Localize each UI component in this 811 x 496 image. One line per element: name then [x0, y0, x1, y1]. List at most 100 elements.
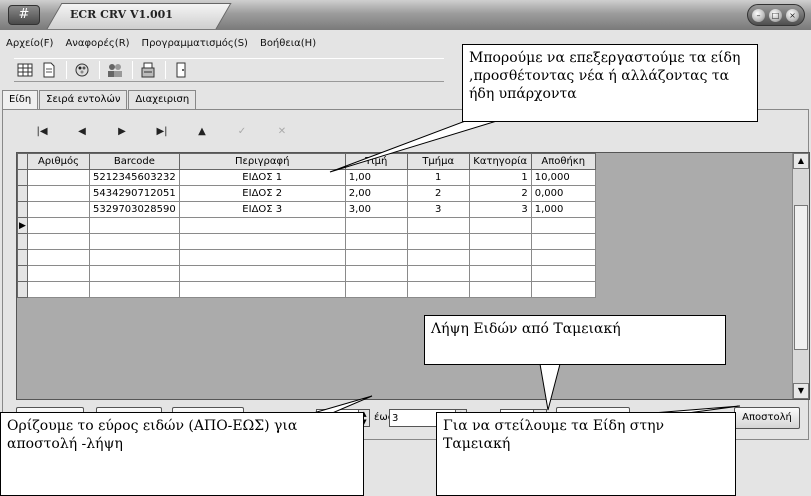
cell-empty[interactable]	[344, 233, 408, 250]
column-header-barcode[interactable]: Barcode	[89, 153, 180, 170]
cell-empty[interactable]	[89, 265, 180, 282]
cell-empty[interactable]	[468, 265, 532, 282]
system-menu-icon[interactable]: #	[8, 5, 40, 25]
users-icon[interactable]	[104, 60, 126, 80]
cell-barcode[interactable]: 5434290712051	[89, 185, 180, 202]
palette-icon[interactable]	[71, 60, 93, 80]
grid-vertical-scrollbar[interactable]: ▲ ▼	[792, 153, 809, 399]
cell-price[interactable]: 2,00	[344, 185, 408, 202]
table-row[interactable]	[17, 281, 596, 298]
send-button[interactable]: Αποστολή	[734, 407, 800, 429]
tab-items[interactable]: Είδη	[2, 90, 39, 110]
menu-reports[interactable]: Αναφορές(R)	[59, 35, 135, 53]
cell-empty[interactable]	[27, 217, 90, 234]
table-row[interactable]	[17, 233, 596, 250]
table-row[interactable]: 5329703028590 ΕΙΔΟΣ 3 3,00 3 3 1,000	[17, 201, 596, 218]
cell-stock[interactable]: 1,000	[530, 201, 596, 218]
row-indicator[interactable]	[17, 233, 28, 250]
table-row[interactable]	[17, 265, 596, 282]
menu-file[interactable]: Αρχείο(F)	[0, 35, 59, 53]
row-indicator[interactable]	[17, 281, 28, 298]
cell-barcode[interactable]: 5212345603232	[89, 169, 180, 186]
cell-empty[interactable]	[27, 265, 90, 282]
menu-help[interactable]: Βοήθεια(H)	[254, 35, 322, 53]
cell-category[interactable]: 1	[468, 169, 532, 186]
maximize-icon[interactable]: □	[769, 9, 782, 22]
cell-barcode[interactable]: 5329703028590	[89, 201, 180, 218]
row-indicator[interactable]	[17, 249, 28, 266]
cell-category[interactable]: 3	[468, 201, 532, 218]
scroll-thumb[interactable]	[794, 205, 808, 350]
cell-empty[interactable]	[530, 281, 596, 298]
cell-empty[interactable]	[344, 281, 408, 298]
row-indicator[interactable]	[17, 201, 28, 218]
nav-insert-button[interactable]: ▲	[182, 120, 222, 142]
register-icon[interactable]	[137, 60, 159, 80]
cell-empty[interactable]	[178, 265, 346, 282]
cell-empty[interactable]	[178, 249, 346, 266]
cell-empty[interactable]	[27, 233, 90, 250]
cell-empty[interactable]	[406, 281, 470, 298]
current-row-indicator[interactable]: ▶	[17, 217, 28, 234]
row-indicator[interactable]	[17, 169, 28, 186]
close-icon[interactable]: ×	[786, 9, 799, 22]
cell-description[interactable]: ΕΙΔΟΣ 2	[178, 185, 346, 202]
scroll-down-icon[interactable]: ▼	[793, 383, 809, 399]
column-header-price[interactable]: Τιμή	[344, 153, 408, 170]
row-indicator[interactable]	[17, 185, 28, 202]
cell-department[interactable]: 2	[406, 185, 470, 202]
cell-empty[interactable]	[468, 217, 532, 234]
cell-empty[interactable]	[530, 265, 596, 282]
minimize-icon[interactable]: –	[752, 9, 765, 22]
nav-first-button[interactable]: |◀	[22, 120, 62, 142]
cell-empty[interactable]	[406, 249, 470, 266]
nav-next-button[interactable]: ▶	[102, 120, 142, 142]
document-icon[interactable]	[38, 60, 60, 80]
column-header-number[interactable]: Αριθμός	[27, 153, 90, 170]
cell-empty[interactable]	[27, 249, 90, 266]
cell-empty[interactable]	[344, 265, 408, 282]
cell-department[interactable]: 3	[406, 201, 470, 218]
nav-last-button[interactable]: ▶|	[142, 120, 182, 142]
column-header-category[interactable]: Κατηγορία	[468, 153, 532, 170]
cell-empty[interactable]	[530, 217, 596, 234]
cell-stock[interactable]: 0,000	[530, 185, 596, 202]
cell-number[interactable]	[27, 169, 90, 186]
cell-category[interactable]: 2	[468, 185, 532, 202]
tab-management[interactable]: Διαχειριση	[128, 90, 197, 110]
cell-empty[interactable]	[89, 249, 180, 266]
table-row[interactable]: ▶	[17, 217, 596, 234]
cell-description[interactable]: ΕΙΔΟΣ 3	[178, 201, 346, 218]
column-header-description[interactable]: Περιγραφή	[178, 153, 346, 170]
table-row[interactable]	[17, 249, 596, 266]
table-row[interactable]: 5434290712051 ΕΙΔΟΣ 2 2,00 2 2 0,000	[17, 185, 596, 202]
nav-prev-button[interactable]: ◀	[62, 120, 102, 142]
cell-stock[interactable]: 10,000	[530, 169, 596, 186]
cell-empty[interactable]	[530, 249, 596, 266]
cell-empty[interactable]	[178, 217, 346, 234]
grid-icon[interactable]	[14, 60, 36, 80]
cell-empty[interactable]	[89, 217, 180, 234]
row-indicator[interactable]	[17, 265, 28, 282]
cell-empty[interactable]	[178, 233, 346, 250]
cell-empty[interactable]	[344, 217, 408, 234]
cell-number[interactable]	[27, 185, 90, 202]
table-row[interactable]: 5212345603232 ΕΙΔΟΣ 1 1,00 1 1 10,000	[17, 169, 596, 186]
scroll-up-icon[interactable]: ▲	[793, 153, 809, 169]
cell-empty[interactable]	[468, 249, 532, 266]
cell-empty[interactable]	[27, 281, 90, 298]
cell-empty[interactable]	[344, 249, 408, 266]
nav-post-button[interactable]: ✓	[222, 120, 262, 142]
cell-empty[interactable]	[530, 233, 596, 250]
cell-description[interactable]: ΕΙΔΟΣ 1	[178, 169, 346, 186]
cell-department[interactable]: 1	[406, 169, 470, 186]
cell-empty[interactable]	[89, 281, 180, 298]
cell-empty[interactable]	[468, 233, 532, 250]
tab-command-queue[interactable]: Σειρά εντολών	[39, 90, 128, 110]
column-header-department[interactable]: Τμήμα	[406, 153, 470, 170]
exit-door-icon[interactable]	[170, 60, 192, 80]
menu-programming[interactable]: Προγραμματισμός(S)	[136, 35, 254, 53]
cell-empty[interactable]	[178, 281, 346, 298]
cell-empty[interactable]	[406, 233, 470, 250]
cell-empty[interactable]	[406, 265, 470, 282]
